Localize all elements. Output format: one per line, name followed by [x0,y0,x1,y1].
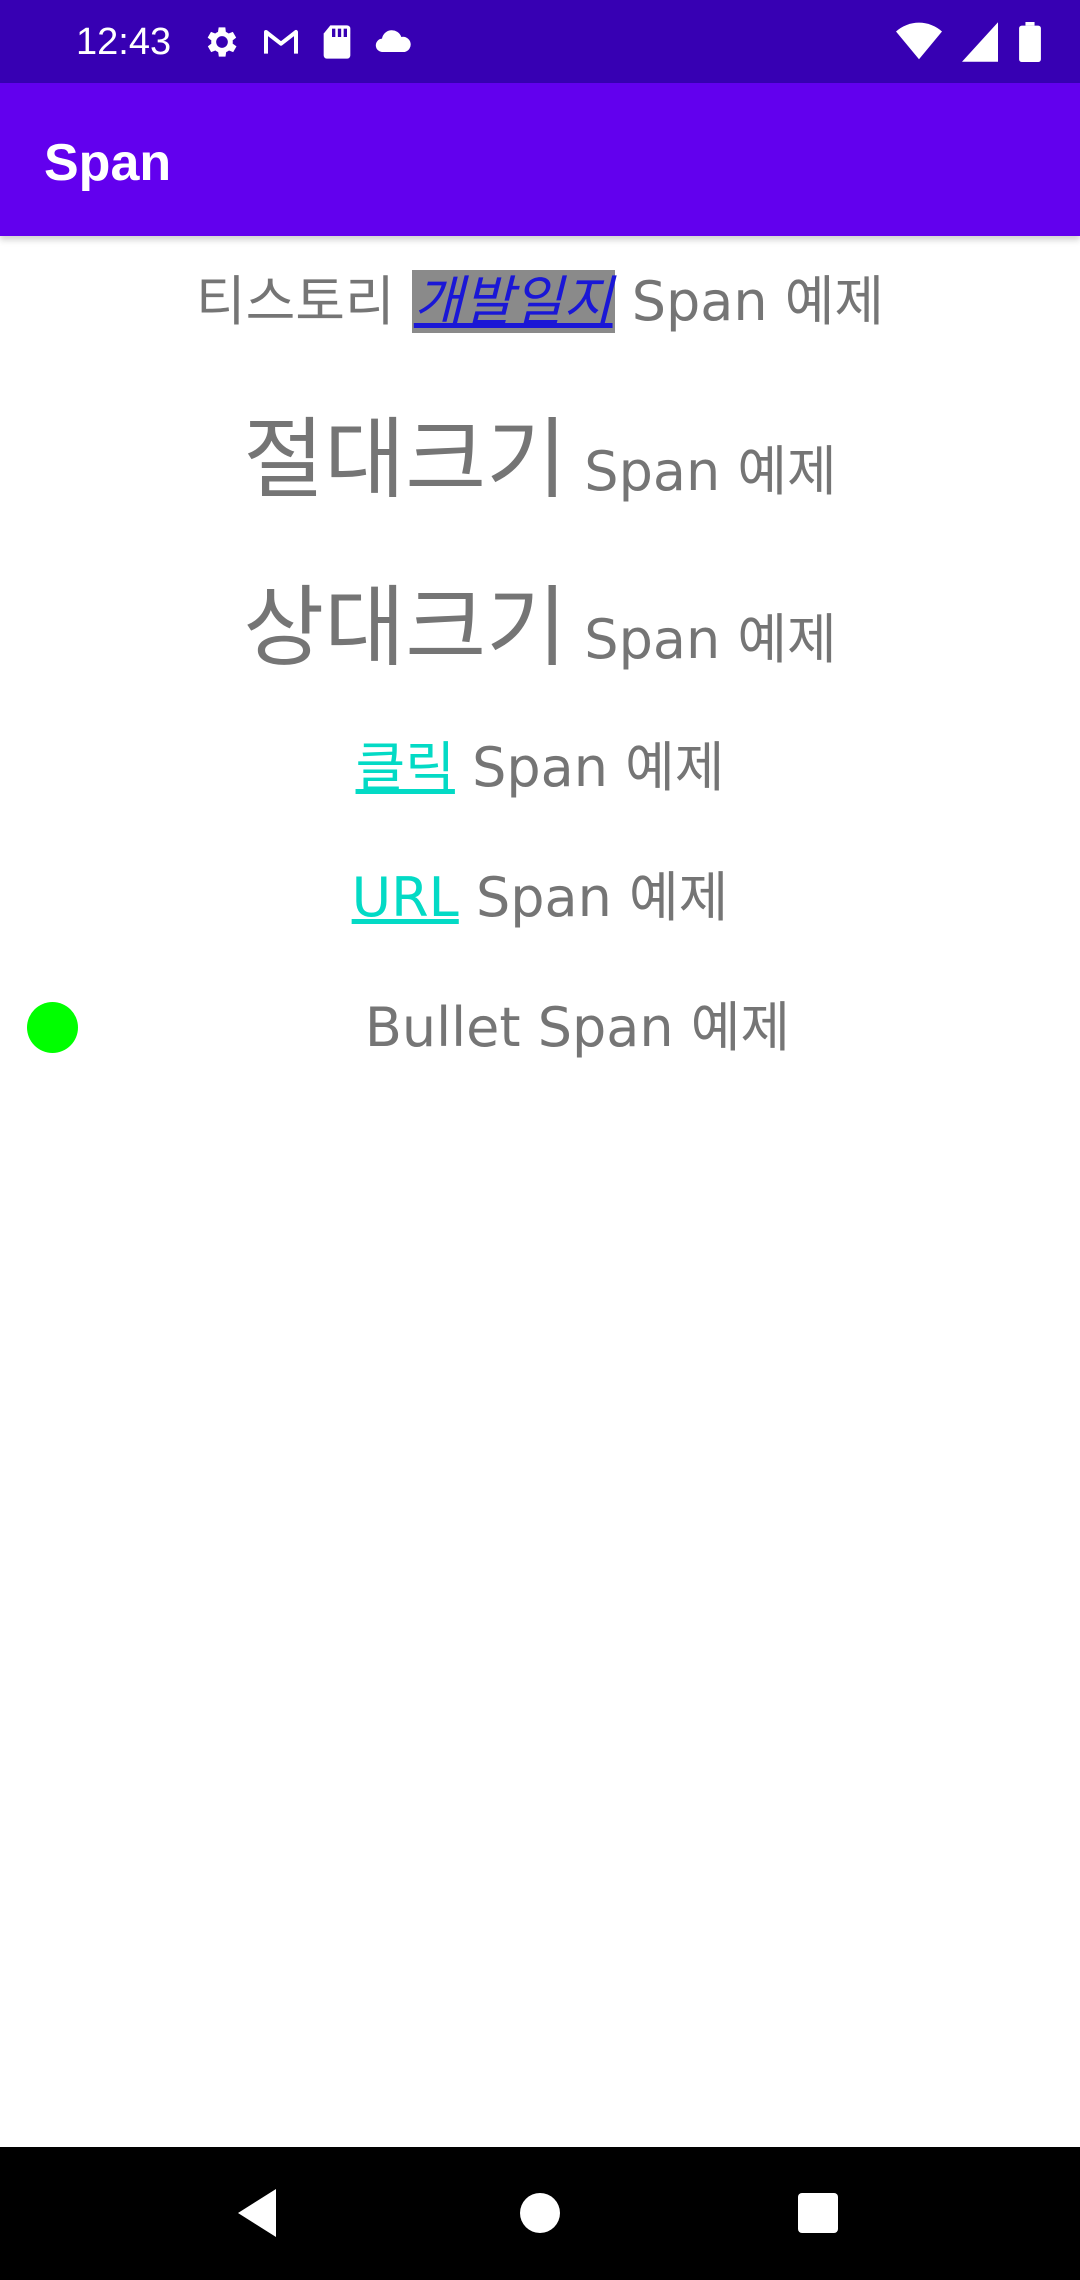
absolute-size-span: 절대크기 [243,408,568,511]
span-row-click: 클릭 Span 예제 [0,728,1080,808]
gmail-icon [260,22,302,62]
screen: 12:43 Span 티스토리 개발일지 Span 예제 절대크기 Span 예… [0,0,1080,2280]
status-bar: 12:43 [0,0,1080,83]
settings-icon [202,22,242,62]
span-row-relative-size: 상대크기 Span 예제 [0,568,1080,700]
bullet-span-text: Bullet Span 예제 [364,996,791,1059]
highlight-span: 개발일지 [411,270,615,333]
navigation-bar [0,2147,1080,2280]
wifi-icon [896,22,942,62]
row5-suffix: Span 예제 [458,866,729,929]
cloud-icon [372,22,414,62]
url-span-link[interactable]: URL [352,866,459,929]
span-row-url: URL Span 예제 [0,858,1080,938]
relative-size-span: 상대크기 [243,576,568,679]
back-icon[interactable] [234,2185,280,2245]
recents-icon[interactable] [796,2185,840,2245]
span-row-background: 티스토리 개발일지 Span 예제 [0,262,1080,342]
cellular-signal-icon [962,22,998,62]
span-row-absolute-size: 절대크기 Span 예제 [0,400,1080,532]
row2-suffix: Span 예제 [567,440,837,503]
span-row-bullet: Bullet Span 예제 [0,988,1080,1068]
status-icons-right [896,22,1042,62]
app-bar: Span [0,83,1080,236]
status-time: 12:43 [76,21,172,63]
row4-suffix: Span 예제 [454,736,725,799]
status-icons-left [202,22,414,62]
app-title: Span [44,134,172,192]
battery-icon [1018,22,1042,62]
row3-suffix: Span 예제 [567,608,837,671]
sd-card-icon [320,22,354,62]
home-icon[interactable] [518,2185,562,2245]
row1-suffix: Span 예제 [614,270,885,333]
click-span-link[interactable]: 클릭 [356,736,455,799]
row1-prefix: 티스토리 [195,270,412,333]
